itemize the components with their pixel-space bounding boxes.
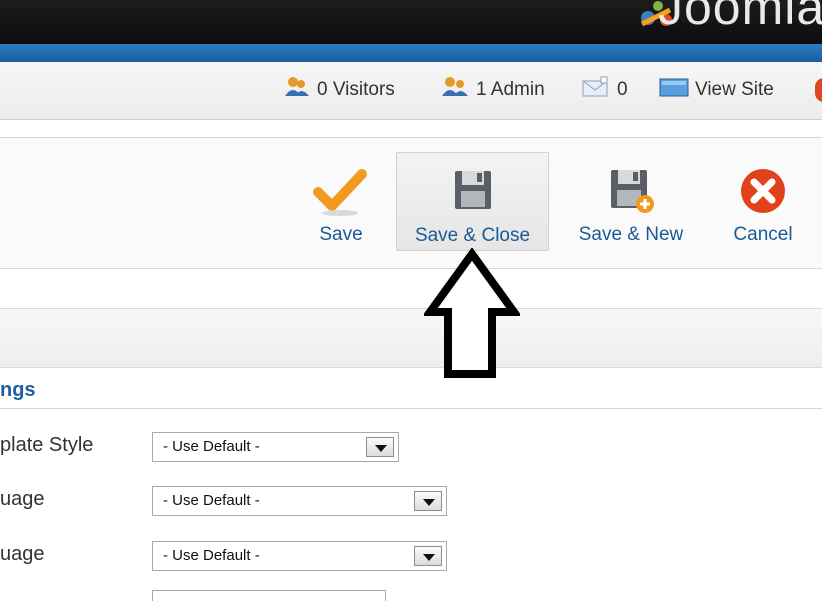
monitor-icon (659, 76, 689, 104)
view-site-label: View Site (695, 79, 774, 100)
visitors-label: 0 Visitors (317, 79, 395, 100)
cancel-x-icon (738, 166, 788, 222)
save-new-button[interactable]: Save & New (563, 152, 699, 251)
messages-count: 0 (617, 79, 628, 100)
admin-label: 1 Admin (476, 79, 545, 100)
users-icon (283, 76, 311, 104)
admin-user-icon (440, 76, 470, 104)
floppy-disk-plus-icon (607, 166, 655, 220)
save-button[interactable]: Save (305, 152, 377, 251)
template-style-select[interactable]: - Use Default - (152, 432, 399, 462)
language-value-2: - Use Default - (163, 547, 260, 564)
section-title: ngs (0, 379, 36, 401)
save-new-label: Save & New (578, 224, 684, 245)
logo-text: Joomla! (658, 0, 822, 35)
logout-icon[interactable] (815, 78, 822, 102)
language-label-2: uage (0, 543, 45, 565)
cancel-button[interactable]: Cancel (719, 152, 807, 251)
header-blue-strip (0, 44, 822, 62)
language-select-1[interactable]: - Use Default - (152, 486, 447, 516)
status-bar: 0 Visitors 1 Admin 0 View Site (0, 62, 822, 120)
section-divider (0, 408, 822, 409)
checkmark-icon (312, 166, 370, 222)
language-select-2[interactable]: - Use Default - (152, 541, 447, 571)
visitors-status[interactable]: 0 Visitors (283, 76, 395, 104)
save-close-label: Save & Close (414, 225, 531, 246)
chevron-down-icon[interactable] (366, 437, 394, 457)
language-value-1: - Use Default - (163, 492, 260, 509)
language-label-1: uage (0, 488, 45, 510)
mail-icon (581, 76, 611, 104)
template-style-label: plate Style (0, 434, 94, 456)
messages-status[interactable]: 0 (581, 76, 628, 104)
save-label: Save (319, 224, 363, 245)
view-site-link[interactable]: View Site (659, 76, 774, 104)
next-select-partial[interactable] (152, 590, 386, 601)
cancel-label: Cancel (733, 224, 793, 245)
admin-header: Joomla! (0, 0, 822, 44)
chevron-down-icon[interactable] (414, 491, 442, 511)
admin-status[interactable]: 1 Admin (440, 76, 545, 104)
save-close-button[interactable]: Save & Close (396, 152, 549, 251)
toolbar: Save Save & Close Save & New Cancel (0, 137, 822, 269)
template-style-value: - Use Default - (163, 438, 260, 455)
chevron-down-icon[interactable] (414, 546, 442, 566)
floppy-disk-icon (451, 167, 495, 219)
up-arrow-annotation-icon (424, 248, 520, 378)
tab-band (0, 308, 822, 368)
